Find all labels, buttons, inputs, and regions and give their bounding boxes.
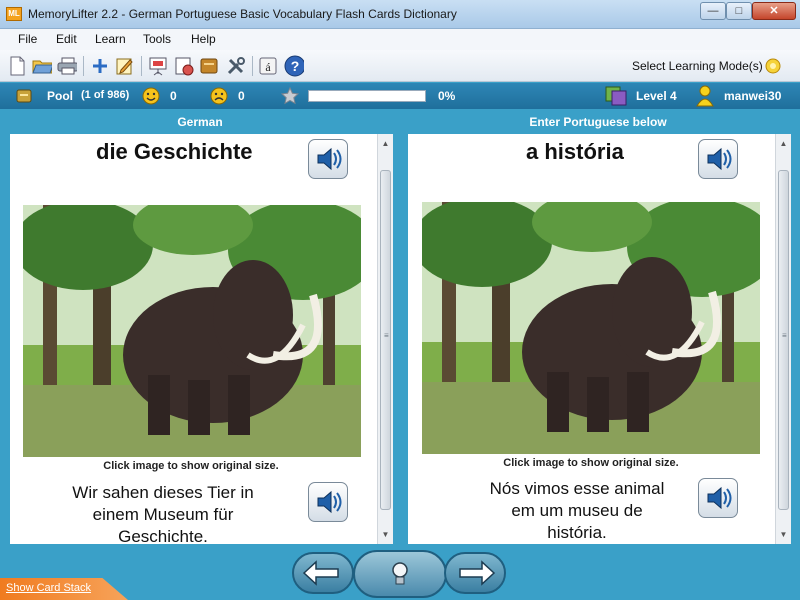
image-hint: Click image to show original size. [103,460,279,472]
accent-key-label: á [265,60,271,74]
title-bar: ML MemoryLifter 2.2 - German Portuguese … [0,0,800,29]
scroll-up-arrow-icon[interactable]: ▲ [378,136,393,151]
arrow-left-icon [302,560,339,586]
card-box-icon[interactable] [199,56,219,76]
toolbar: á ? Select Learning Mode(s) [0,50,800,82]
menu-edit[interactable]: Edit [56,32,77,46]
close-button[interactable]: ✕ [752,2,796,20]
progress-bar [308,90,426,102]
app-logo-icon: ML [6,7,22,21]
toolbar-divider [252,56,253,76]
window-title: MemoryLifter 2.2 - German Portuguese Bas… [28,7,457,21]
user-name: manwei30 [724,89,782,103]
sentence-line: Geschichte. [118,527,208,544]
sentence-line: Nós vimos esse animal [489,479,665,498]
statistics-icon[interactable] [174,56,194,76]
toolbar-divider [141,56,142,76]
help-icon[interactable]: ? [284,55,304,77]
add-card-icon[interactable] [90,56,110,76]
show-card-stack-label[interactable]: Show Card Stack [6,582,91,594]
question-sentence-audio-button[interactable] [308,482,348,522]
answer-audio-button[interactable] [698,139,738,179]
question-example-sentence: Wir sahen dieses Tier in einem Museum fü… [40,482,286,544]
star-icon [280,86,300,108]
right-panel-header: Enter Portuguese below [529,115,667,129]
menu-file[interactable]: File [18,32,37,46]
sentence-line: história. [547,523,607,542]
sentence-line: einem Museum für [92,505,234,524]
left-panel-header: German [177,115,223,129]
special-characters-icon[interactable]: á [258,56,278,76]
wrong-smiley-icon [209,86,229,109]
user-icon [696,85,714,110]
menu-bar: File Edit Learn Tools Help [0,29,800,50]
minimize-button[interactable]: — [700,2,726,20]
pool-label: Pool [47,89,73,103]
level-boxes-icon [604,85,628,110]
edit-card-icon[interactable] [115,56,135,76]
speaker-icon [317,147,342,171]
pool-count: (1 of 986) [81,89,130,101]
answer-sentence-audio-button[interactable] [698,478,738,518]
mammoth-image[interactable] [13,195,377,457]
scroll-down-arrow-icon[interactable]: ▼ [378,527,393,542]
new-file-icon[interactable] [7,56,27,76]
mammoth-image[interactable] [412,192,775,454]
speaker-icon [707,486,732,510]
arrow-right-icon [459,560,496,586]
answer-word: a história [526,139,624,164]
status-bar: Pool (1 of 986) 0 0 0% Level 4 manwei30 [0,83,800,109]
settings-tools-icon[interactable] [226,56,246,76]
scroll-thumb[interactable]: ≡ [380,170,391,510]
speaker-icon [707,147,732,171]
question-scrollbar[interactable]: ▲ ≡ ▼ [377,134,393,544]
wrong-count: 0 [238,89,245,103]
scroll-grip-icon: ≡ [384,331,389,340]
level-label: Level 4 [636,89,677,103]
question-audio-button[interactable] [308,139,348,179]
menu-tools[interactable]: Tools [143,32,171,46]
sentence-line: em um museu de [511,501,643,520]
answer-example-sentence: Nós vimos esse animal em um museu de his… [462,478,692,544]
sentence-line: Wir sahen dieses Tier in [72,483,254,502]
presentation-icon[interactable] [148,56,168,76]
hint-button[interactable] [353,550,447,598]
next-card-button[interactable] [444,552,506,594]
open-folder-icon[interactable] [32,56,52,76]
menu-help[interactable]: Help [191,32,216,46]
speaker-icon [317,490,342,514]
print-icon[interactable] [57,56,77,76]
toolbar-divider [83,56,84,76]
scroll-grip-icon: ≡ [782,331,787,340]
menu-learn[interactable]: Learn [95,32,126,46]
previous-card-button[interactable] [292,552,354,594]
learning-mode-icon[interactable] [763,56,783,76]
lightbulb-icon [392,562,408,585]
correct-count: 0 [170,89,177,103]
question-card: die Geschichte Click image to show origi… [10,134,377,544]
scroll-down-arrow-icon[interactable]: ▼ [776,527,791,542]
scroll-up-arrow-icon[interactable]: ▲ [776,136,791,151]
answer-card: a história Click image to show original … [408,134,775,544]
progress-percent: 0% [438,89,456,103]
maximize-button[interactable]: □ [726,2,752,20]
image-hint: Click image to show original size. [503,457,679,469]
scroll-thumb[interactable]: ≡ [778,170,789,510]
answer-scrollbar[interactable]: ▲ ≡ ▼ [775,134,791,544]
pool-box-icon [16,88,32,107]
correct-smiley-icon [141,86,161,109]
learning-mode-label[interactable]: Select Learning Mode(s) [632,59,763,73]
question-word: die Geschichte [96,139,253,164]
help-label: ? [291,58,300,74]
